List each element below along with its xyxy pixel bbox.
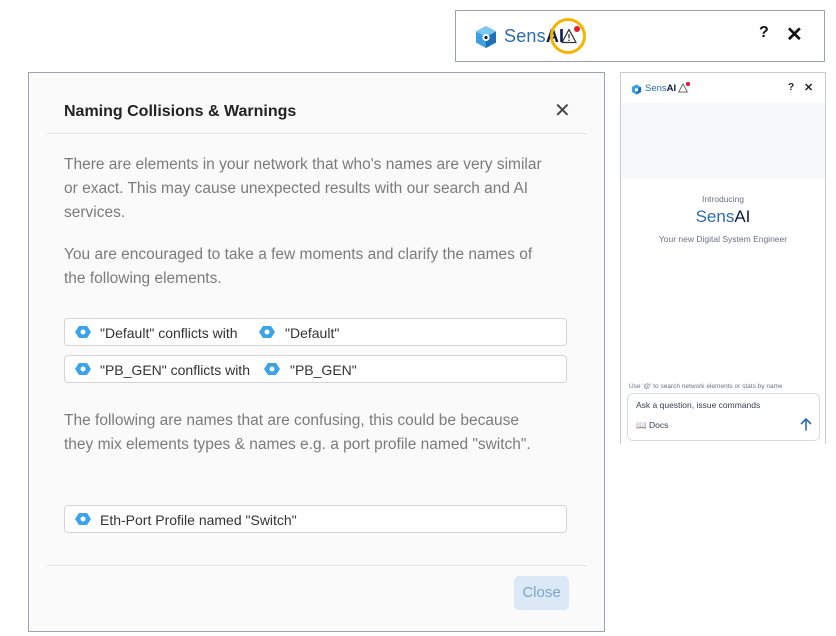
close-button[interactable]: ✕ <box>786 22 803 47</box>
docs-button[interactable]: 📖 Docs <box>636 420 668 431</box>
conflict-target: "Default" <box>285 325 340 341</box>
hero-brand: SensAI <box>695 207 751 226</box>
conflict-item[interactable]: "PB_GEN" conflicts with "PB_GEN" <box>64 355 567 383</box>
confusing-names-paragraph: The following are names that are confusi… <box>64 412 531 453</box>
element-icon <box>75 326 91 338</box>
zoomed-header: SensAI ? ✕ <box>455 10 825 62</box>
conflict-source: "Default" conflicts with <box>100 325 238 341</box>
sensai-logo-icon <box>631 84 642 95</box>
sensai-side-panel: SensAI ? ✕ Introducing SensAI Your new D… <box>620 72 826 445</box>
ask-input[interactable]: Ask a question, issue commands <box>636 400 760 410</box>
element-icon <box>75 513 91 525</box>
confusing-name-label: Eth-Port Profile named "Switch" <box>100 512 297 528</box>
conflict-item[interactable]: "Default" conflicts with "Default" <box>64 318 567 346</box>
close-dialog-button[interactable]: Close <box>514 576 569 610</box>
tagline: Your new Digital System Engineer <box>658 234 788 244</box>
panel-header: SensAI ? ✕ <box>621 73 825 103</box>
conflict-source: "PB_GEN" conflicts with <box>100 362 250 378</box>
send-arrow-icon[interactable] <box>800 417 812 431</box>
sensai-logo-icon <box>476 26 496 48</box>
search-hint: Use '@' to search network elements or st… <box>629 383 783 390</box>
element-icon <box>259 326 275 338</box>
divider <box>47 565 587 566</box>
dialog-close-icon[interactable]: ✕ <box>554 101 571 121</box>
dialog-title: Naming Collisions & Warnings <box>64 103 297 120</box>
close-button[interactable]: ✕ <box>804 81 813 94</box>
book-icon: 📖 <box>636 420 647 430</box>
help-button[interactable]: ? <box>759 24 769 42</box>
intro-paragraph: There are elements in your network that … <box>64 156 542 221</box>
notification-dot <box>686 82 690 86</box>
help-button[interactable]: ? <box>788 82 794 93</box>
confusing-name-item[interactable]: Eth-Port Profile named "Switch" <box>64 505 567 533</box>
brand-name: SensAI <box>645 83 677 94</box>
divider <box>47 133 587 134</box>
ask-input-box[interactable]: Ask a question, issue commands 📖 Docs <box>627 393 820 441</box>
naming-collisions-dialog: Naming Collisions & Warnings ✕ There are… <box>28 72 605 632</box>
encourage-paragraph: You are encouraged to take a few moments… <box>64 246 533 287</box>
notification-dot <box>574 26 580 32</box>
element-icon <box>264 363 280 375</box>
element-icon <box>75 363 91 375</box>
conflict-target: "PB_GEN" <box>290 362 357 378</box>
introducing-label: Introducing <box>701 194 745 204</box>
